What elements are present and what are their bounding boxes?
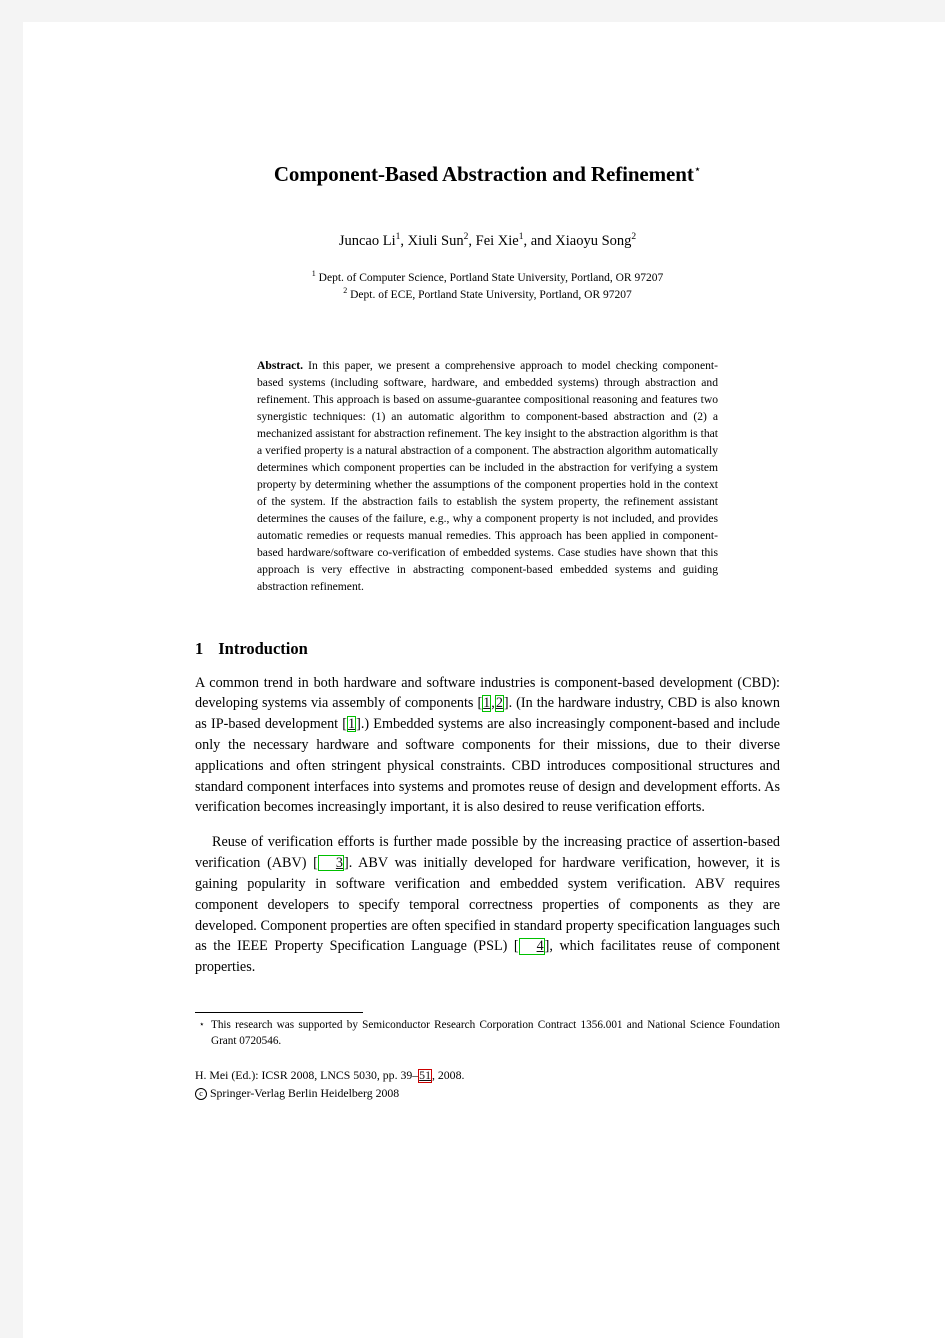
author-name: Xiuli Sun — [407, 232, 464, 249]
citation-group: [1] — [342, 716, 361, 733]
citation-group: [1,2] — [477, 695, 509, 712]
citation-link-3[interactable]: 3 — [317, 855, 344, 872]
author-separator: , — [468, 232, 476, 249]
affiliation-text: Dept. of ECE, Portland State University,… — [350, 288, 632, 301]
abstract-text: In this paper, we present a comprehensiv… — [257, 358, 718, 593]
abstract-block: Abstract. In this paper, we present a co… — [257, 358, 718, 596]
page-content: Component-Based Abstraction and Refineme… — [195, 132, 780, 1101]
author: Xiaoyu Song2 — [555, 232, 637, 249]
author: Fei Xie1 — [475, 232, 524, 249]
publication-info-pre: H. Mei (Ed.): ICSR 2008, LNCS 5030, pp. … — [195, 1068, 419, 1082]
author-affiliation-marker: 2 — [631, 232, 637, 242]
author-name: Juncao Li — [338, 232, 396, 249]
author: Xiuli Sun2 — [407, 232, 469, 249]
section-title: Introduction — [218, 638, 308, 658]
citation-link-2[interactable]: 2 — [494, 695, 504, 712]
author-separator: , — [400, 232, 408, 249]
footnote-marker: ⋆ — [199, 1019, 205, 1029]
affiliation-marker: 1 — [311, 268, 316, 278]
publication-footer-line-2: c Springer-Verlag Berlin Heidelberg 2008 — [195, 1084, 464, 1102]
section-heading-introduction: 1 Introduction — [195, 639, 780, 659]
affiliation-text: Dept. of Computer Science, Portland Stat… — [318, 271, 664, 284]
author-list: Juncao Li1, Xiuli Sun2, Fei Xie1, and Xi… — [195, 232, 780, 250]
citation-group: [4] — [513, 938, 550, 955]
publisher-text: Springer-Verlag Berlin Heidelberg 2008 — [209, 1086, 400, 1101]
copyright-icon: c — [195, 1088, 207, 1101]
paragraph-2: Reuse of verification efforts is further… — [195, 832, 780, 978]
affiliation-block: 1 Dept. of Computer Science, Portland St… — [195, 269, 780, 303]
footnote-text: This research was supported by Semicondu… — [211, 1019, 780, 1047]
publication-info-post: , 2008. — [431, 1068, 465, 1082]
section-number: 1 — [195, 638, 204, 658]
paragraph-1: A common trend in both hardware and soft… — [195, 673, 780, 819]
citation-link-1[interactable]: 1 — [482, 695, 492, 712]
footnote-rule — [195, 1012, 363, 1013]
author-name: Xiaoyu Song — [555, 232, 632, 249]
author-name: Fei Xie — [475, 232, 519, 249]
pdf-page: Component-Based Abstraction and Refineme… — [23, 22, 945, 1338]
citation-link-4[interactable]: 4 — [518, 938, 545, 955]
publication-footer-line-1: H. Mei (Ed.): ICSR 2008, LNCS 5030, pp. … — [195, 1066, 464, 1084]
publication-footer: H. Mei (Ed.): ICSR 2008, LNCS 5030, pp. … — [195, 1066, 464, 1103]
citation-link-1[interactable]: 1 — [347, 716, 357, 733]
page-title: Component-Based Abstraction and Refineme… — [195, 162, 780, 187]
citation-group: [3] — [313, 855, 349, 872]
author-separator: , and — [523, 232, 556, 249]
author: Juncao Li1 — [338, 232, 401, 249]
title-footnote-marker: ⋆ — [693, 162, 702, 176]
affiliation-line: 1 Dept. of Computer Science, Portland St… — [195, 269, 780, 286]
abstract-label: Abstract. — [257, 358, 304, 372]
affiliation-line: 2 Dept. of ECE, Portland State Universit… — [195, 286, 780, 303]
title-text: Component-Based Abstraction and Refineme… — [273, 162, 694, 186]
page-range-link[interactable]: 51 — [418, 1069, 432, 1083]
footnote-block: ⋆ This research was supported by Semicond… — [195, 1018, 780, 1050]
affiliation-marker: 2 — [343, 285, 348, 295]
